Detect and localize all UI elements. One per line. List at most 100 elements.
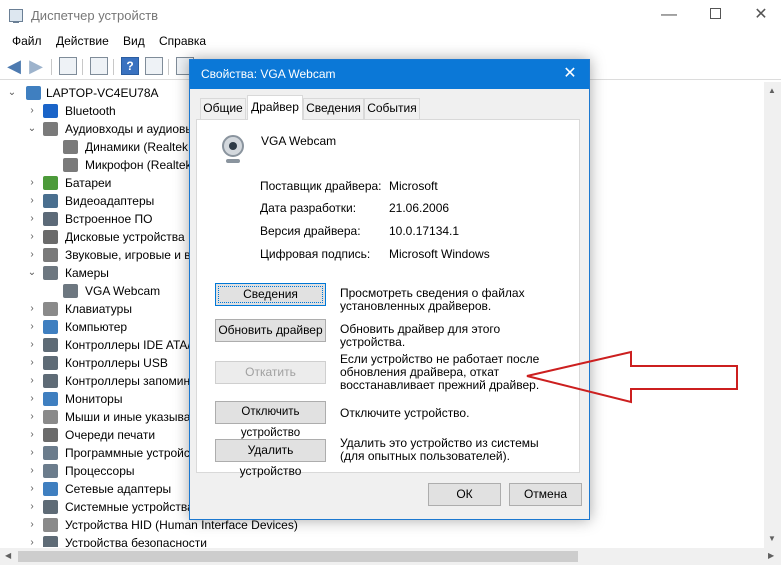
tree-item-label: Программные устройс [65, 446, 190, 460]
window-titlebar[interactable]: Диспетчер устройств — ✕ [0, 0, 781, 32]
document-icon[interactable] [90, 57, 108, 75]
tab-events[interactable]: События [364, 98, 420, 119]
driver-version-value: 10.0.17134.1 [389, 224, 460, 238]
horizontal-scrollbar[interactable]: ◀ ▶ [0, 548, 781, 565]
expand-chevron-icon[interactable]: › [26, 480, 38, 498]
digital-signer-value: Microsoft Windows [389, 247, 490, 261]
driver-date-label: Дата разработки: [260, 201, 357, 215]
expand-chevron-icon[interactable]: › [26, 498, 38, 516]
tree-item-label: Контроллеры запомин [65, 374, 191, 388]
expand-chevron-icon[interactable]: › [26, 426, 38, 444]
maximize-button[interactable] [692, 0, 738, 30]
tree-item-label: Клавиатуры [65, 302, 132, 316]
expand-chevron-icon[interactable]: › [26, 444, 38, 462]
expand-chevron-icon[interactable]: › [26, 336, 38, 354]
expand-chevron-icon[interactable]: › [26, 246, 38, 264]
driver-details-button[interactable]: Сведения [215, 283, 326, 306]
tree-item-label: Камеры [65, 266, 109, 280]
menu-action[interactable]: Действие [56, 34, 109, 48]
expand-chevron-icon[interactable]: › [26, 102, 38, 120]
maximize-icon [709, 7, 721, 19]
expand-chevron-icon[interactable]: › [26, 210, 38, 228]
security-device-icon [43, 536, 58, 547]
disable-device-button[interactable]: Отключить устройство [215, 401, 326, 439]
expand-chevron-icon[interactable]: › [26, 390, 38, 408]
scroll-left-icon[interactable]: ◀ [5, 551, 11, 560]
computer-icon [26, 86, 41, 100]
menu-help[interactable]: Справка [159, 34, 206, 48]
tree-item-label: Компьютер [65, 320, 128, 334]
tree-item-label: Динамики (Realtek [85, 140, 189, 154]
dialog-titlebar[interactable]: Свойства: VGA Webcam ✕ [190, 60, 589, 89]
storage-controller-icon [43, 374, 58, 388]
printer-icon [43, 428, 58, 442]
software-device-icon [43, 446, 58, 460]
vertical-scrollbar[interactable]: ▲ ▼ [764, 82, 781, 548]
expand-chevron-icon[interactable]: › [26, 228, 38, 246]
tree-item-label: Контроллеры USB [65, 356, 168, 370]
tree-item-label: Мыши и иные указыва [65, 410, 191, 424]
microphone-icon [63, 158, 78, 172]
menu-file[interactable]: Файл [12, 34, 42, 48]
forward-arrow-icon[interactable]: ▶ [27, 57, 45, 75]
tab-details[interactable]: Сведения [303, 98, 364, 119]
collapse-chevron-icon[interactable]: ⌄ [26, 264, 38, 282]
tree-item-label: Системные устройства [65, 500, 194, 514]
help-icon[interactable]: ? [121, 57, 139, 75]
expand-chevron-icon[interactable]: › [26, 408, 38, 426]
disable-device-description: Отключите устройство. [340, 406, 470, 420]
tab-driver[interactable]: Драйвер [247, 95, 303, 120]
expand-chevron-icon[interactable]: › [26, 318, 38, 336]
expand-chevron-icon[interactable]: › [26, 300, 38, 318]
menu-view[interactable]: Вид [123, 34, 145, 48]
scroll-right-icon[interactable]: ▶ [768, 551, 774, 560]
scroll-up-icon[interactable]: ▲ [768, 86, 776, 95]
toolbar-separator [113, 59, 114, 75]
scroll-down-icon[interactable]: ▼ [768, 534, 776, 543]
tree-item-label: Встроенное ПО [65, 212, 153, 226]
tree-item[interactable]: › Устройства безопасности [26, 534, 760, 547]
tree-item-label: Видеоадаптеры [65, 194, 155, 208]
expand-chevron-icon[interactable]: › [26, 516, 38, 534]
expand-chevron-icon[interactable]: › [26, 192, 38, 210]
cancel-button[interactable]: Отмена [509, 483, 582, 506]
toolbar-separator [168, 59, 169, 75]
collapse-chevron-icon[interactable]: ⌄ [6, 84, 18, 102]
update-driver-button[interactable]: Обновить драйвер [215, 319, 326, 342]
tree-item-label: Bluetooth [65, 104, 116, 118]
driver-details-description: Просмотреть сведения о файлах установлен… [340, 286, 525, 313]
roll-back-driver-description: Если устройство не работает после обновл… [340, 352, 540, 392]
tree-item-label: Микрофон (Realtek [85, 158, 192, 172]
properties-view-icon[interactable] [59, 57, 77, 75]
back-arrow-icon[interactable]: ◀ [5, 57, 23, 75]
bluetooth-icon [43, 104, 58, 118]
properties-dialog: Свойства: VGA Webcam ✕ Общие Драйвер Све… [189, 59, 590, 520]
driver-tab-panel: VGA Webcam Поставщик драйвера: Microsoft… [196, 119, 580, 478]
tab-general[interactable]: Общие [200, 98, 246, 119]
close-window-button[interactable]: ✕ [738, 0, 781, 30]
tree-item-label: Процессоры [65, 464, 135, 478]
audio-icon [43, 122, 58, 136]
collapse-chevron-icon[interactable]: ⌄ [26, 120, 38, 138]
expand-chevron-icon[interactable]: › [26, 372, 38, 390]
update-driver-description: Обновить драйвер для этого устройства. [340, 322, 501, 349]
dialog-close-button[interactable]: ✕ [559, 63, 581, 85]
uninstall-device-button[interactable]: Удалить устройство [215, 439, 326, 478]
uninstall-device-description: Удалить это устройство из системы (для о… [340, 436, 539, 463]
expand-chevron-icon[interactable]: › [26, 354, 38, 372]
mouse-icon [43, 410, 58, 424]
expand-chevron-icon[interactable]: › [26, 462, 38, 480]
dialog-title: Свойства: VGA Webcam [201, 67, 336, 81]
keyboard-icon [43, 302, 58, 316]
driver-provider-value: Microsoft [389, 179, 438, 193]
roll-back-driver-button[interactable]: Откатить [215, 361, 326, 384]
expand-chevron-icon[interactable]: › [26, 534, 38, 547]
tree-item-label: Сетевые адаптеры [65, 482, 172, 496]
ok-button[interactable]: ОК [428, 483, 501, 506]
root-label: LAPTOP-VC4EU78A [46, 86, 159, 100]
horizontal-scroll-thumb[interactable] [18, 551, 578, 562]
expand-chevron-icon[interactable]: › [26, 174, 38, 192]
usb-icon [43, 356, 58, 370]
minimize-button[interactable]: — [646, 0, 692, 30]
driver-view-icon[interactable] [145, 57, 163, 75]
